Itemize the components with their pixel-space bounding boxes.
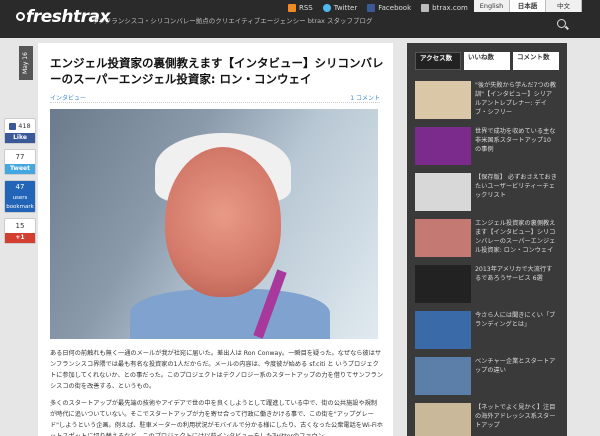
site-header: freshtrax サンフランシスコ・シリコンバレー拠点のクリエイティブエージェ… [0,0,600,38]
ranking-title[interactable]: "後が失敗から学んだ7つの教訓"【インタビュー】シリアルアントレプレナー: デイ… [471,81,557,119]
facebook-like-button[interactable]: Like [5,133,35,143]
site-tagline: サンフランシスコ・シリコンバレー拠点のクリエイティブエージェンシー btrax … [92,17,373,25]
article-paragraph: 多くのスタートアップが最先端の技術やアイデアで世の中を良くしようとして躍進してい… [50,400,383,436]
ranking-title[interactable]: 【保存版】 必ずおさえておきたいユーザービリティーチェックリスト [471,173,557,211]
ranking-item[interactable]: 2013年アメリカで大流行するであろうサービス 6選 [415,265,561,303]
ranking-thumbnail[interactable] [415,311,471,349]
ranking-item[interactable]: エンジェル投資家の裏側教えます【インタビュー】シリコンバレーのスーパーエンジェル… [415,219,561,257]
ranking-title[interactable]: 2013年アメリカで大流行するであろうサービス 6選 [471,265,557,303]
ranking-thumbnail[interactable] [415,357,471,395]
twitter-icon [322,4,331,12]
article-body: ある日何の前触れも無く一通のメールが我が社宛に届いた。差出人は Ron Conw… [50,348,383,436]
ranking-sidebar: アクセス数 いいね数 コメント数 "後が失敗から学んだ7つの教訓"【インタビュー… [407,43,567,436]
ranking-tabs: アクセス数 いいね数 コメント数 [415,52,559,70]
hatena-bookmark-widget[interactable]: 47 users bookmark [4,180,36,213]
tweet-count: 77 [15,153,25,161]
facebook-link[interactable]: Facebook [367,4,411,12]
top-links: RSS Twitter Facebook btrax.com [288,4,468,12]
rss-icon [288,4,296,12]
gplus-button[interactable]: +1 [5,233,35,243]
tab-likes[interactable]: いいね数 [464,52,510,70]
tweet-widget: 77 Tweet [4,149,36,175]
ranking-item[interactable]: 【保存版】 必ずおさえておきたいユーザービリティーチェックリスト [415,173,561,211]
ranking-thumbnail[interactable] [415,403,471,436]
ranking-thumbnail[interactable] [415,173,471,211]
ranking-list: "後が失敗から学んだ7つの教訓"【インタビュー】シリアルアントレプレナー: デイ… [415,81,561,436]
twitter-link[interactable]: Twitter [322,4,357,12]
ranking-title[interactable]: 今さら人には聞きにくい「ブランディングとは」 [471,311,557,349]
ranking-item[interactable]: 今さら人には聞きにくい「ブランディングとは」 [415,311,561,349]
lang-japanese[interactable]: 日本語 [510,0,546,12]
photo-face [165,147,281,297]
category-link[interactable]: インタビュー [50,93,86,102]
gplus-count: 15 [15,222,25,230]
hatena-users-label: users [12,195,28,201]
lang-english[interactable]: English [474,0,510,12]
article-card: エンジェル投資家の裏側教えます【インタビュー】シリコンバレーのスーパーエンジェル… [38,43,393,436]
ranking-title[interactable]: ベンチャー企業とスタートアップの違い [471,357,557,395]
ranking-item[interactable]: ベンチャー企業とスタートアップの違い [415,357,561,395]
hatena-count: 47 [15,183,25,191]
ranking-title[interactable]: 【ネットでよく見かく】注目の海外アドレッシス系スタートアップ [471,403,557,436]
thumbs-up-icon [9,122,17,130]
ranking-thumbnail[interactable] [415,81,471,119]
article-meta: インタビュー 1 コメント [50,93,380,103]
tab-access[interactable]: アクセス数 [415,52,461,70]
like-count: 418 [5,119,35,133]
ranking-item[interactable]: 【ネットでよく見かく】注目の海外アドレッシス系スタートアップ [415,403,561,436]
article-photo [50,109,378,339]
article-title[interactable]: エンジェル投資家の裏側教えます【インタビュー】シリコンバレーのスーパーエンジェル… [50,55,386,87]
ranking-thumbnail[interactable] [415,219,471,257]
ranking-title[interactable]: エンジェル投資家の裏側教えます【インタビュー】シリコンバレーのスーパーエンジェル… [471,219,557,257]
hatena-bookmark-label: bookmark [6,204,34,210]
ranking-thumbnail[interactable] [415,265,471,303]
facebook-icon [367,4,376,12]
lang-chinese[interactable]: 中文 [546,0,582,12]
btrax-link[interactable]: btrax.com [421,4,468,12]
tab-comments[interactable]: コメント数 [513,52,559,70]
facebook-like-widget: 418 Like [4,118,36,144]
ranking-title[interactable]: 世界で成功を収めている主な非米国系スタートアップ10の事例 [471,127,557,165]
ranking-item[interactable]: "後が失敗から学んだ7つの教訓"【インタビュー】シリアルアントレプレナー: デイ… [415,81,561,119]
date-badge: May 16 [19,46,33,80]
mail-icon [421,4,430,12]
tweet-button[interactable]: Tweet [5,164,35,174]
ranking-thumbnail[interactable] [415,127,471,165]
article-paragraph: ある日何の前触れも無く一通のメールが我が社宛に届いた。差出人は Ron Conw… [50,350,384,390]
gplus-widget: 15 +1 [4,218,36,244]
share-column: 418 Like 77 Tweet 47 users bookmark 15 +… [4,118,38,249]
search-icon[interactable] [557,19,566,28]
logo-mark-icon [16,12,25,21]
comments-link[interactable]: 1 コメント [350,93,380,102]
language-tabs: English 日本語 中文 [474,0,582,12]
ranking-item[interactable]: 世界で成功を収めている主な非米国系スタートアップ10の事例 [415,127,561,165]
rss-link[interactable]: RSS [288,4,313,12]
